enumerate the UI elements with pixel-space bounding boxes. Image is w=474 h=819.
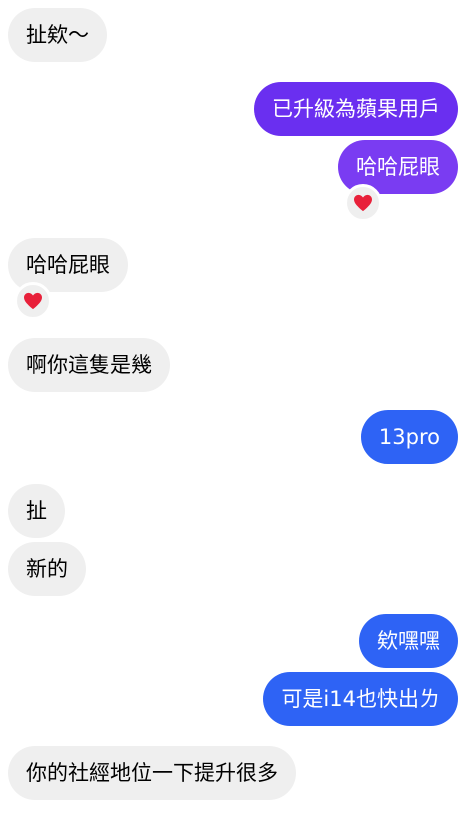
message-bubble-incoming[interactable]: 你的社經地位一下提升很多 [8,746,296,800]
heart-icon [24,292,42,310]
message-bubble-outgoing[interactable]: 可是i14也快出ㄌ [263,672,458,726]
reaction-badge[interactable] [344,184,382,222]
message-bubble-incoming[interactable]: 扯 [8,484,65,538]
message-bubble-incoming[interactable]: 扯欸～ [8,8,107,62]
message-bubble-outgoing[interactable]: 欸嘿嘿 [359,614,458,668]
heart-icon [354,194,372,212]
message-bubble-outgoing[interactable]: 已升級為蘋果用戶 [254,82,458,136]
reaction-badge[interactable] [14,282,52,320]
message-bubble-outgoing[interactable]: 13pro [360,410,458,464]
message-bubble-incoming[interactable]: 新的 [8,542,86,596]
message-bubble-incoming[interactable]: 啊你這隻是幾 [8,338,170,392]
chat-thread: 扯欸～ 已升級為蘋果用戶 哈哈屁眼 哈哈屁眼 啊你這隻是幾 13pro 扯 新的… [0,0,474,819]
